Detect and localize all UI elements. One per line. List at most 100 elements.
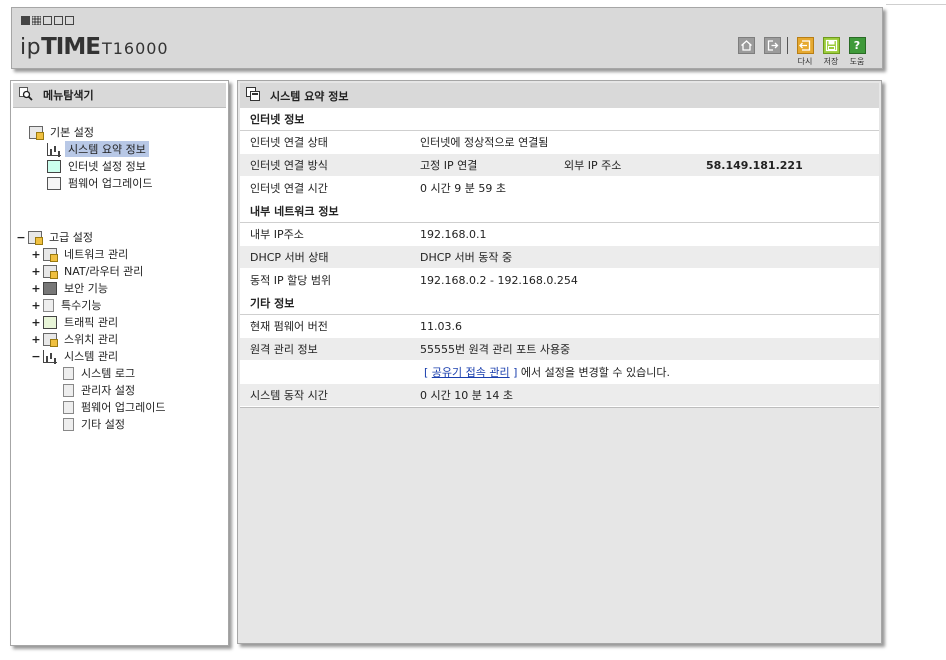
expand-toggle[interactable]: + [31,282,41,295]
tree-item-misc-settings[interactable]: 기타 설정 [61,416,128,432]
page-title: 시스템 요약 정보 [270,89,349,103]
tree-item-label: 시스템 요약 정보 [65,141,149,157]
table-row: 동적 IP 할당 범위 192.168.0.2 - 192.168.0.254 [240,269,879,292]
tree-item-label: 네트워크 관리 [64,248,129,261]
network-icon [43,247,58,262]
tree-item-label: 펌웨어 업그레이드 [68,177,153,190]
tree-item-firmware-upgrade[interactable]: 펌웨어 업그레이드 [61,399,168,415]
firmware-version-value: 11.03.6 [420,319,462,333]
firmware-version-label: 현재 펌웨어 버전 [250,320,328,333]
tree-item-label: 펌웨어 업그레이드 [81,401,166,414]
magnifier-icon [19,86,33,104]
help-icon[interactable]: ? [848,37,866,54]
toolbar-separator [787,37,788,54]
tree-item-label: 기타 설정 [81,418,125,431]
section-other-heading: 기타 정보 [240,292,879,315]
brand-time-text: TIME [41,34,101,60]
remote-mgmt-value: 55555번 원격 관리 포트 사용중 [420,343,571,356]
tree-item-label: NAT/라우터 관리 [64,265,144,278]
table-row: 인터넷 연결 방식 고정 IP 연결 외부 IP 주소 58.149.181.2… [240,154,879,177]
tree-item-label: 인터넷 설정 정보 [68,160,146,173]
tree-item-label: 특수기능 [61,299,102,312]
tree-item-traffic[interactable]: + 트래픽 관리 [31,314,121,330]
model-name: T16000 [101,39,169,58]
external-ip-value: 58.149.181.221 [706,158,803,172]
tree-item-firmware-upgrade-basic[interactable]: 펌웨어 업그레이드 [45,175,155,191]
dhcp-range-value: 192.168.0.2 - 192.168.0.254 [420,273,578,287]
logout-button[interactable] [759,37,785,54]
expand-toggle[interactable]: + [31,248,41,261]
page-icon [63,366,74,380]
brand-ip-text: ip [20,35,42,60]
back-icon[interactable] [796,37,814,54]
save-button-label: 저장 [823,57,839,66]
dhcp-status-label: DHCP 서버 상태 [250,251,329,264]
router-icon [43,264,58,279]
logout-icon[interactable] [763,37,781,54]
tree-item-admin-settings[interactable]: 관리자 설정 [61,382,138,398]
expand-toggle[interactable]: + [31,333,41,346]
tree-item-system-mgmt[interactable]: − 시스템 관리 [31,348,121,364]
special-features-icon [43,298,54,312]
tree-item-label: 보안 기능 [64,282,108,295]
page-icon [63,400,74,414]
save-button[interactable]: 저장 [818,37,844,67]
table-row: 시스템 동작 시간 0 시간 10 분 14 초 [240,384,879,407]
link-bracket-open: [ [424,366,432,379]
upgrade-icon [47,176,61,190]
collapse-toggle[interactable]: − [16,231,26,244]
summary-table: 인터넷 정보 인터넷 연결 상태 인터넷에 정상적으로 연결됨 인터넷 연결 방… [240,108,879,408]
system-uptime-label: 시스템 동작 시간 [250,389,328,402]
tree-item-system-summary[interactable]: 시스템 요약 정보 [45,141,149,157]
tree-item-system-log[interactable]: 시스템 로그 [61,365,138,381]
dhcp-status-value: DHCP 서버 동작 중 [420,251,513,264]
table-row: 인터넷 연결 시간 0 시간 9 분 59 초 [240,177,879,200]
tree-item-security[interactable]: + 보안 기능 [31,280,111,296]
connection-method-label: 인터넷 연결 방식 [250,159,328,172]
tree-item-internet-settings-info[interactable]: 인터넷 설정 정보 [45,158,149,174]
tree-item-label: 스위치 관리 [64,333,119,346]
tree-item-nat-router[interactable]: + NAT/라우터 관리 [31,263,146,279]
dhcp-range-label: 동적 IP 할당 범위 [250,274,332,287]
remote-mgmt-label: 원격 관리 정보 [250,343,318,356]
section-lan-heading: 내부 네트워크 정보 [240,200,879,223]
back-button-label: 다시 [797,57,813,66]
brand-logo: ipTIME T16000 [20,34,169,60]
external-ip-label: 외부 IP 주소 [564,159,622,172]
system-summary-title-bar: 시스템 요약 정보 [240,83,879,109]
expand-toggle[interactable]: + [31,265,41,278]
folder-icon [28,230,43,245]
page-icon [63,383,74,397]
expand-toggle[interactable]: + [31,316,41,329]
tree-item-special[interactable]: + 특수기능 [31,297,104,313]
section-internet-heading: 인터넷 정보 [240,108,879,131]
home-icon[interactable] [737,37,755,54]
header-toolbar: 다시 저장 ? 도움 [733,37,870,67]
system-uptime-value: 0 시간 10 분 14 초 [420,389,513,402]
connection-method-value: 고정 IP 연결 [420,159,478,172]
menu-explorer-panel: 메뉴탐색기 기본 설정 시스템 요약 정보 인터넷 설정 정보 펌웨어 업그레이… [10,80,229,646]
expand-toggle[interactable]: + [31,299,41,312]
window-icon [246,87,260,104]
table-row: [ 공유기 접속 관리 ] 에서 설정을 변경할 수 있습니다. [240,361,879,384]
connection-time-value: 0 시간 9 분 59 초 [420,182,506,195]
menu-explorer-title-bar: 메뉴탐색기 [13,83,226,108]
tree-basic-settings[interactable]: 기본 설정 [27,124,97,140]
system-chart-icon [43,349,57,363]
tree-item-label: 시스템 로그 [81,367,136,380]
tree-advanced-settings[interactable]: − 고급 설정 [16,229,96,245]
table-row: 현재 펌웨어 버전 11.03.6 [240,315,879,338]
back-button[interactable]: 다시 [792,37,818,67]
tree-item-switch[interactable]: + 스위치 관리 [31,331,121,347]
home-button[interactable] [733,37,759,54]
save-icon[interactable] [822,37,840,54]
tree-item-network-mgmt[interactable]: + 네트워크 관리 [31,246,131,262]
tree-item-label: 트래픽 관리 [64,316,119,329]
connection-time-label: 인터넷 연결 시간 [250,182,328,195]
header-bar: ipTIME T16000 다시 저장 ? 도움 [11,7,883,69]
logo-dots-icon [21,16,74,25]
help-button[interactable]: ? 도움 [844,37,870,67]
table-bottom-divider [240,407,879,408]
router-access-mgmt-link[interactable]: 공유기 접속 관리 [432,366,510,379]
collapse-toggle[interactable]: − [31,350,41,363]
